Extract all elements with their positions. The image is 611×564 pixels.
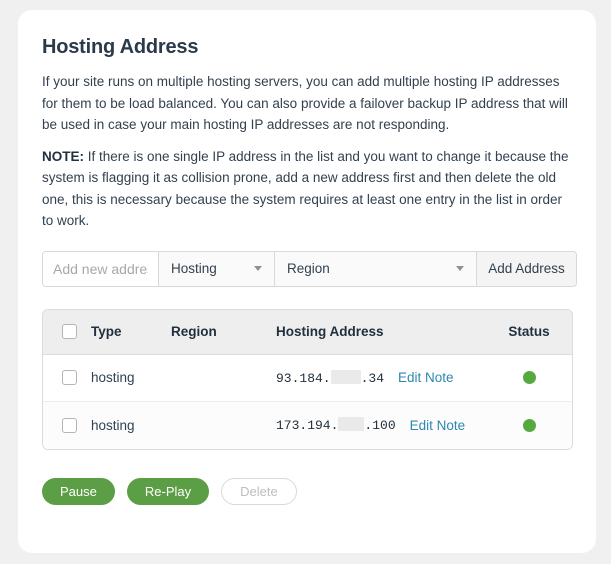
edit-note-link[interactable]: Edit Note bbox=[398, 370, 454, 385]
region-select[interactable]: Region bbox=[275, 251, 477, 286]
delete-button[interactable]: Delete bbox=[221, 477, 297, 505]
description-paragraph: If your site runs on multiple hosting se… bbox=[42, 74, 568, 132]
column-header-type: Type bbox=[91, 324, 122, 339]
table-header-row: Type Region Hosting Address Status bbox=[43, 309, 572, 355]
row-select-cell bbox=[43, 370, 91, 385]
select-all-cell bbox=[43, 324, 91, 339]
select-all-checkbox[interactable] bbox=[61, 324, 77, 339]
add-address-button[interactable]: Add Address bbox=[477, 251, 576, 286]
replay-button[interactable]: Re-Play bbox=[126, 477, 210, 505]
table-row: hosting 93.184. .34 Edit Note bbox=[43, 354, 572, 402]
row-checkbox[interactable] bbox=[61, 417, 77, 433]
row-address-cell: 93.184. .34 Edit Note bbox=[276, 369, 486, 386]
ip-prefix: 93.184. bbox=[276, 370, 331, 386]
status-badge bbox=[522, 418, 536, 432]
chevron-down-icon bbox=[456, 266, 464, 271]
row-checkbox[interactable] bbox=[61, 370, 77, 385]
ip-prefix: 173.194. bbox=[276, 418, 339, 433]
column-header-address: Hosting Address bbox=[276, 324, 384, 339]
redacted-octet bbox=[338, 417, 365, 431]
row-type: hosting bbox=[91, 417, 135, 433]
row-type: hosting bbox=[91, 370, 135, 385]
edit-note-link[interactable]: Edit Note bbox=[410, 418, 466, 433]
note-label: NOTE: bbox=[42, 148, 84, 164]
note-paragraph: NOTE: If there is one single IP address … bbox=[42, 146, 572, 232]
note-text: If there is one single IP address in the… bbox=[42, 148, 569, 229]
action-button-row: Pause Re-Play Delete bbox=[42, 477, 572, 505]
page-title: Hosting Address bbox=[42, 36, 199, 58]
type-select[interactable]: Hosting bbox=[159, 251, 275, 286]
hosting-address-table: Type Region Hosting Address Status hosti… bbox=[42, 308, 573, 450]
ip-suffix: .100 bbox=[364, 418, 396, 433]
type-select-label: Hosting bbox=[171, 261, 217, 276]
status-badge bbox=[522, 371, 536, 384]
row-address-cell: 173.194. .100 Edit Note bbox=[276, 417, 486, 433]
row-status-cell bbox=[486, 371, 572, 384]
table-row: hosting 173.194. .100 Edit Note bbox=[43, 401, 572, 449]
ip-address: 173.194. .100 bbox=[276, 417, 396, 433]
chevron-down-icon bbox=[254, 266, 262, 271]
column-header-region: Region bbox=[171, 324, 217, 339]
column-header-status: Status bbox=[508, 324, 550, 339]
row-status-cell bbox=[486, 418, 572, 432]
add-address-form: Hosting Region Add Address bbox=[42, 250, 577, 287]
region-select-label: Region bbox=[287, 261, 330, 276]
ip-suffix: .34 bbox=[360, 370, 385, 386]
hosting-address-card: Hosting Address If your site runs on mul… bbox=[18, 10, 596, 553]
new-address-input[interactable] bbox=[43, 251, 159, 286]
pause-button[interactable]: Pause bbox=[42, 477, 115, 505]
card-content: Hosting Address If your site runs on mul… bbox=[18, 10, 596, 505]
ip-address: 93.184. .34 bbox=[276, 369, 385, 386]
row-select-cell bbox=[43, 417, 91, 433]
redacted-octet bbox=[330, 369, 361, 384]
